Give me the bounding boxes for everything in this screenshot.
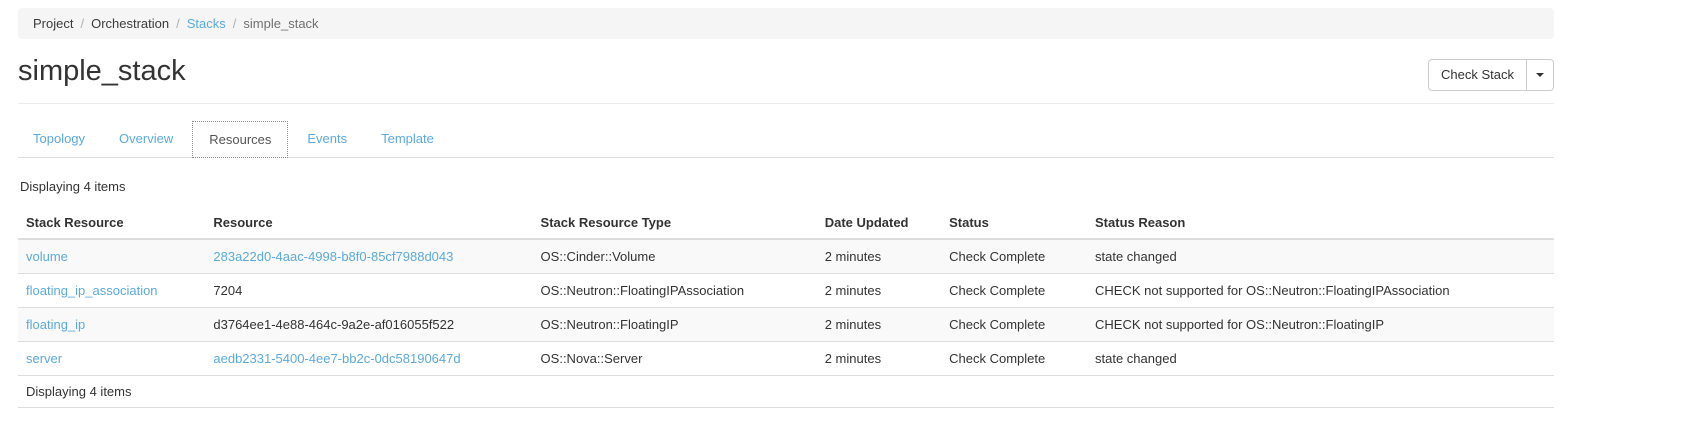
tab-events-link[interactable]: Events [292,121,362,156]
tab-resources: Resources [192,121,288,158]
stack-actions-button-group: Check Stack [1428,59,1554,91]
cell-date-updated: 2 minutes [817,342,941,376]
breadcrumb-label: Orchestration [91,16,169,31]
cell-stack-resource: floating_ip [18,308,205,342]
column-header-date-updated: Date Updated [817,207,941,239]
breadcrumb-item-orchestration: Orchestration [73,16,169,31]
cell-stack-resource: floating_ip_association [18,274,205,308]
detail-tabs: TopologyOverviewResourcesEventsTemplate [18,121,1554,158]
tab-topology-link[interactable]: Topology [18,121,100,156]
stack-resource-link[interactable]: server [26,351,62,366]
breadcrumb-label: Project [33,16,73,31]
cell-resource: d3764ee1-4e88-464c-9a2e-af016055f522 [205,308,532,342]
column-header-resource: Resource [205,207,532,239]
stack-resource-link[interactable]: floating_ip [26,317,85,332]
stack-resource-link[interactable]: volume [26,249,68,264]
resource-link[interactable]: aedb2331-5400-4ee7-bb2c-0dc58190647d [213,351,460,366]
items-count-bottom: Displaying 4 items [18,376,1554,408]
table-row: server aedb2331-5400-4ee7-bb2c-0dc5819064… [18,342,1554,376]
cell-status-reason: CHECK not supported for OS::Neutron::Flo… [1087,274,1554,308]
tab-topology: Topology [18,121,100,158]
breadcrumb-item-simple_stack: simple_stack [226,16,319,31]
column-header-stack-resource-type: Stack Resource Type [533,207,817,239]
cell-type: OS::Neutron::FloatingIP [533,308,817,342]
breadcrumb-item-project: Project [33,16,73,31]
stack-detail-page: Project Orchestration Stacks simple_stack s… [18,8,1554,408]
table-header-row: Stack ResourceResourceStack Resource Typ… [18,207,1554,239]
caret-down-icon [1536,73,1544,77]
resources-table-body: volume 283a22d0-4aac-4998-b8f0-85cf7988d0… [18,239,1554,376]
cell-status: Check Complete [941,239,1087,274]
resources-table: Stack ResourceResourceStack Resource Typ… [18,207,1554,408]
items-count-top: Displaying 4 items [20,179,1554,194]
breadcrumb-label: simple_stack [243,16,318,31]
page-header: simple_stack Check Stack [18,55,1554,104]
cell-resource: 283a22d0-4aac-4998-b8f0-85cf7988d043 [205,239,532,274]
cell-status-reason: CHECK not supported for OS::Neutron::Flo… [1087,308,1554,342]
cell-resource: aedb2331-5400-4ee7-bb2c-0dc58190647d [205,342,532,376]
column-header-stack-resource: Stack Resource [18,207,205,239]
cell-date-updated: 2 minutes [817,274,941,308]
table-row: floating_ip d3764ee1-4e88-464c-9a2e-af016… [18,308,1554,342]
cell-date-updated: 2 minutes [817,239,941,274]
stack-actions-dropdown-toggle[interactable] [1527,59,1554,91]
stack-resource-link[interactable]: floating_ip_association [26,283,158,298]
cell-type: OS::Cinder::Volume [533,239,817,274]
column-header-status: Status [941,207,1087,239]
page-title: simple_stack [18,55,186,88]
cell-stack-resource: volume [18,239,205,274]
cell-date-updated: 2 minutes [817,308,941,342]
cell-status-reason: state changed [1087,239,1554,274]
check-stack-button[interactable]: Check Stack [1428,59,1527,91]
tab-overview-link[interactable]: Overview [104,121,188,156]
breadcrumb: Project Orchestration Stacks simple_stack [18,8,1554,39]
resource-link[interactable]: 283a22d0-4aac-4998-b8f0-85cf7988d043 [213,249,453,264]
tab-template-link[interactable]: Template [366,121,449,156]
breadcrumb-item-stacks: Stacks [169,16,226,31]
resources-tab-content: Displaying 4 items Stack ResourceResourc… [18,179,1554,408]
table-footer-row: Displaying 4 items [18,376,1554,408]
cell-type: OS::Neutron::FloatingIPAssociation [533,274,817,308]
column-header-status-reason: Status Reason [1087,207,1554,239]
cell-stack-resource: server [18,342,205,376]
tab-resources-link[interactable]: Resources [192,121,288,158]
breadcrumb-link[interactable]: Stacks [187,16,226,31]
cell-status: Check Complete [941,274,1087,308]
table-row: floating_ip_association 7204OS::Neutron::… [18,274,1554,308]
cell-resource: 7204 [205,274,532,308]
tab-template: Template [366,121,449,158]
tab-overview: Overview [104,121,188,158]
cell-status: Check Complete [941,342,1087,376]
cell-type: OS::Nova::Server [533,342,817,376]
table-row: volume 283a22d0-4aac-4998-b8f0-85cf7988d0… [18,239,1554,274]
cell-status: Check Complete [941,308,1087,342]
tab-events: Events [292,121,362,158]
cell-status-reason: state changed [1087,342,1554,376]
